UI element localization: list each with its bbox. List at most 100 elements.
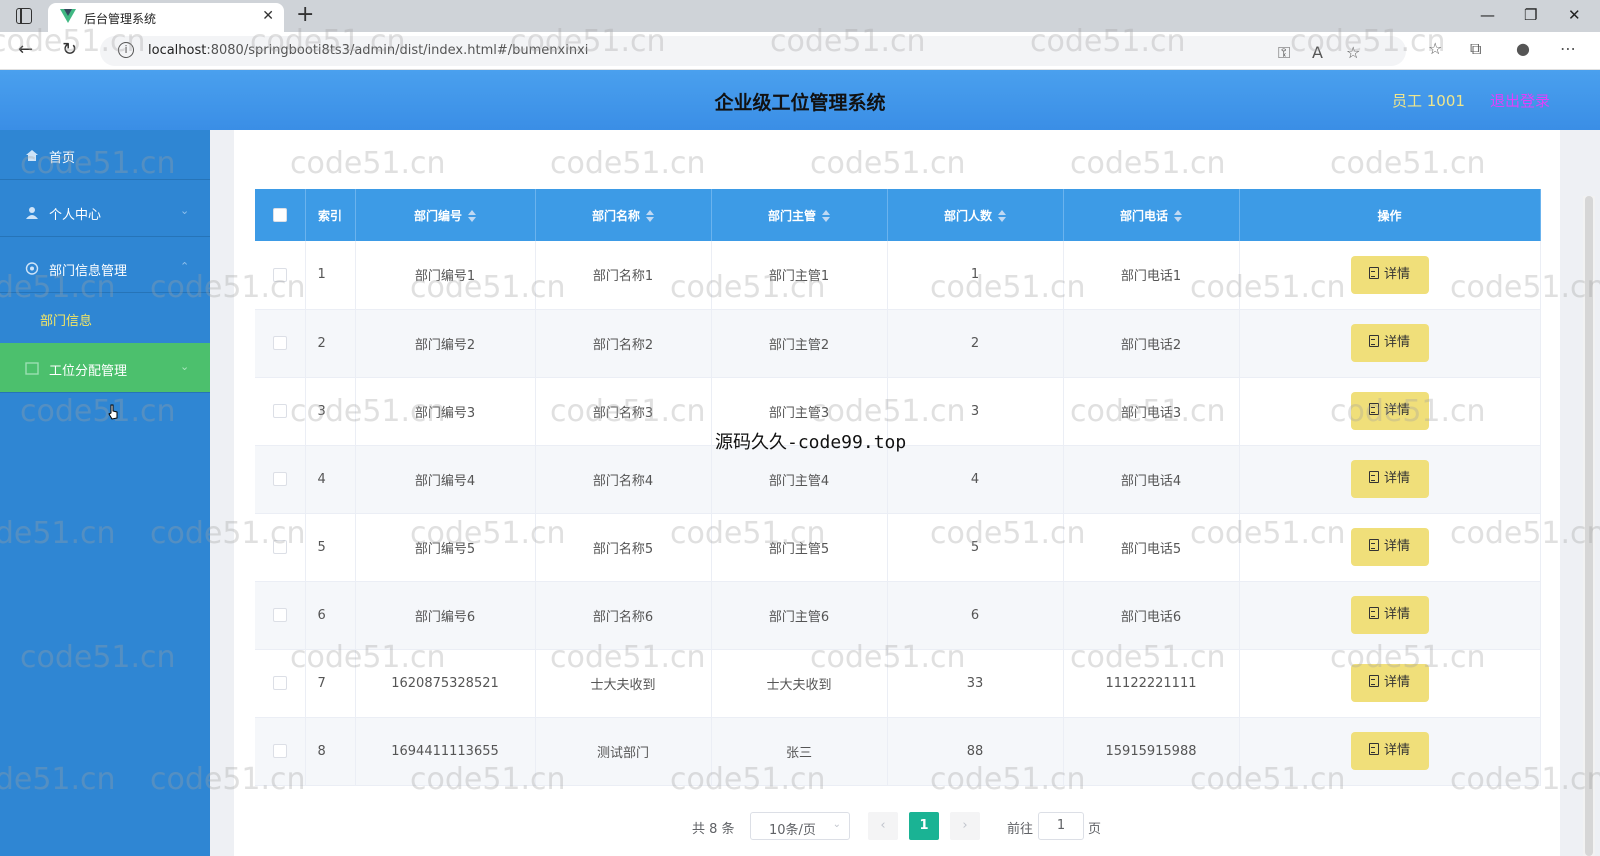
vue-logo-icon bbox=[60, 9, 76, 23]
cell-dept-no: 部门编号5 bbox=[355, 513, 536, 582]
table-row: 8 1694411113655 测试部门 张三 88 15915915988 详情 bbox=[255, 717, 1541, 786]
browser-address-bar: ← ↻ i localhost:8080/springbooti8ts3/adm… bbox=[0, 32, 1600, 70]
add-favorite-icon[interactable]: ☆ bbox=[1346, 43, 1360, 62]
row-checkbox[interactable] bbox=[272, 608, 287, 622]
row-checkbox[interactable] bbox=[272, 336, 287, 350]
row-checkbox[interactable] bbox=[272, 404, 287, 418]
restore-icon[interactable]: ❐ bbox=[1524, 6, 1537, 24]
page-number-current[interactable]: 1 bbox=[909, 812, 939, 840]
site-info-icon[interactable]: i bbox=[118, 42, 134, 58]
col-header-label: 部门编号 bbox=[413, 208, 462, 223]
back-icon[interactable]: ← bbox=[18, 39, 33, 60]
select-all-checkbox[interactable] bbox=[272, 208, 287, 223]
browser-tab-bar: 后台管理系统 ✕ + — ❐ ✕ bbox=[0, 0, 1600, 32]
more-menu-icon[interactable]: ⋯ bbox=[1560, 39, 1576, 58]
prev-page-button[interactable]: ‹ bbox=[868, 812, 898, 840]
document-icon bbox=[1368, 675, 1379, 687]
col-header-manager[interactable]: 部门主管 bbox=[711, 189, 888, 241]
sort-icon[interactable] bbox=[468, 210, 476, 222]
cell-dept-no: 1694411113655 bbox=[355, 717, 536, 786]
cell-dept-name: 部门名称4 bbox=[535, 445, 712, 514]
col-header-phone[interactable]: 部门电话 bbox=[1063, 189, 1240, 241]
user-icon bbox=[26, 207, 38, 219]
sort-icon[interactable] bbox=[646, 210, 654, 222]
cell-manager: 部门主管1 bbox=[711, 241, 888, 310]
cell-dept-name: 部门名称2 bbox=[535, 309, 712, 378]
cell-dept-name: 部门名称6 bbox=[535, 581, 712, 650]
sidebar-item-profile[interactable]: 个人中心 ⌄ bbox=[0, 187, 210, 237]
page-size-select[interactable]: 10条/页 ⌄ bbox=[750, 812, 850, 840]
url-field[interactable]: i localhost:8080/springbooti8ts3/admin/d… bbox=[100, 36, 1406, 66]
cell-headcount: 4 bbox=[887, 445, 1064, 514]
scrollbar-thumb[interactable] bbox=[1585, 196, 1593, 856]
row-checkbox[interactable] bbox=[272, 744, 287, 758]
col-header-dept-name[interactable]: 部门名称 bbox=[535, 189, 712, 241]
goto-page-input[interactable]: 1 bbox=[1038, 812, 1084, 840]
row-checkbox[interactable] bbox=[272, 472, 287, 486]
close-window-icon[interactable]: ✕ bbox=[1568, 6, 1581, 24]
sidebar-item-label: 工位分配管理 bbox=[49, 364, 128, 379]
settings-icon bbox=[25, 262, 39, 275]
col-header-dept-no[interactable]: 部门编号 bbox=[355, 189, 536, 241]
collections-icon[interactable]: ⧉ bbox=[1470, 39, 1481, 59]
tab-actions-icon[interactable] bbox=[16, 8, 32, 24]
cell-ops: 详情 bbox=[1239, 445, 1541, 514]
table-row: 1 部门编号1 部门名称1 部门主管1 1 部门电话1 详情 bbox=[255, 241, 1541, 310]
close-tab-icon[interactable]: ✕ bbox=[262, 8, 274, 24]
sidebar-subitem-dept-info[interactable]: 部门信息 bbox=[0, 300, 210, 336]
detail-button-label: 详情 bbox=[1383, 403, 1410, 418]
read-aloud-icon[interactable]: A bbox=[1312, 43, 1323, 62]
browser-tab[interactable]: 后台管理系统 ✕ bbox=[48, 3, 284, 32]
row-checkbox[interactable] bbox=[272, 267, 287, 282]
detail-button[interactable]: 详情 bbox=[1350, 255, 1429, 294]
cell-dept-name: 部门名称5 bbox=[535, 513, 712, 582]
table-row: 2 部门编号2 部门名称2 部门主管2 2 部门电话2 详情 bbox=[255, 309, 1541, 378]
next-page-button[interactable]: › bbox=[950, 812, 980, 840]
detail-button[interactable]: 详情 bbox=[1350, 664, 1429, 702]
sort-icon[interactable] bbox=[822, 210, 830, 222]
detail-button[interactable]: 详情 bbox=[1350, 732, 1429, 770]
detail-button[interactable]: 详情 bbox=[1350, 596, 1429, 634]
sort-icon[interactable] bbox=[1174, 210, 1182, 222]
detail-button-label: 详情 bbox=[1383, 675, 1410, 690]
cell-dept-no: 部门编号3 bbox=[355, 377, 536, 446]
url-text: localhost:8080/springbooti8ts3/admin/dis… bbox=[148, 43, 589, 58]
col-header-index: 索引 bbox=[305, 189, 356, 241]
cell-phone: 部门电话4 bbox=[1063, 445, 1240, 514]
profile-avatar-icon[interactable]: ● bbox=[1516, 39, 1530, 58]
select-cell bbox=[255, 649, 306, 718]
chevron-up-icon: ⌃ bbox=[180, 260, 190, 273]
row-checkbox[interactable] bbox=[272, 540, 287, 554]
cell-manager: 部门主管4 bbox=[711, 445, 888, 514]
sidebar-item-label: 首页 bbox=[49, 151, 76, 166]
cell-dept-no: 部门编号4 bbox=[355, 445, 536, 514]
cell-headcount: 88 bbox=[887, 717, 1064, 786]
row-checkbox[interactable] bbox=[272, 676, 287, 690]
sidebar-item-seat-allocation[interactable]: 工位分配管理 ⌄ bbox=[0, 343, 210, 393]
sidebar-item-dept-management[interactable]: 部门信息管理 ⌃ bbox=[0, 243, 210, 293]
cell-ops: 详情 bbox=[1239, 717, 1541, 786]
col-header-headcount[interactable]: 部门人数 bbox=[887, 189, 1064, 241]
favorites-icon[interactable]: ☆ bbox=[1428, 39, 1442, 58]
select-cell bbox=[255, 445, 306, 514]
sort-icon[interactable] bbox=[998, 210, 1006, 222]
refresh-icon[interactable]: ↻ bbox=[62, 39, 77, 60]
minimize-icon[interactable]: — bbox=[1480, 6, 1495, 24]
detail-button[interactable]: 详情 bbox=[1350, 528, 1429, 566]
cell-index: 7 bbox=[305, 649, 356, 718]
detail-button[interactable]: 详情 bbox=[1350, 392, 1429, 430]
tab-title: 后台管理系统 bbox=[84, 12, 157, 26]
cell-index: 4 bbox=[305, 445, 356, 514]
cell-ops: 详情 bbox=[1239, 241, 1541, 310]
chevron-down-icon: ⌄ bbox=[832, 819, 841, 830]
key-icon[interactable]: ⚿ bbox=[1278, 43, 1290, 63]
select-cell bbox=[255, 309, 306, 378]
detail-button-label: 详情 bbox=[1383, 607, 1410, 622]
new-tab-icon[interactable]: + bbox=[296, 2, 314, 27]
pagination-total: 共 8 条 bbox=[692, 822, 735, 837]
cell-headcount: 3 bbox=[887, 377, 1064, 446]
detail-button[interactable]: 详情 bbox=[1350, 460, 1429, 498]
sidebar-item-home[interactable]: 首页 bbox=[0, 130, 210, 180]
detail-button[interactable]: 详情 bbox=[1350, 324, 1429, 362]
logout-link[interactable]: 退出登录 bbox=[1490, 90, 1550, 111]
